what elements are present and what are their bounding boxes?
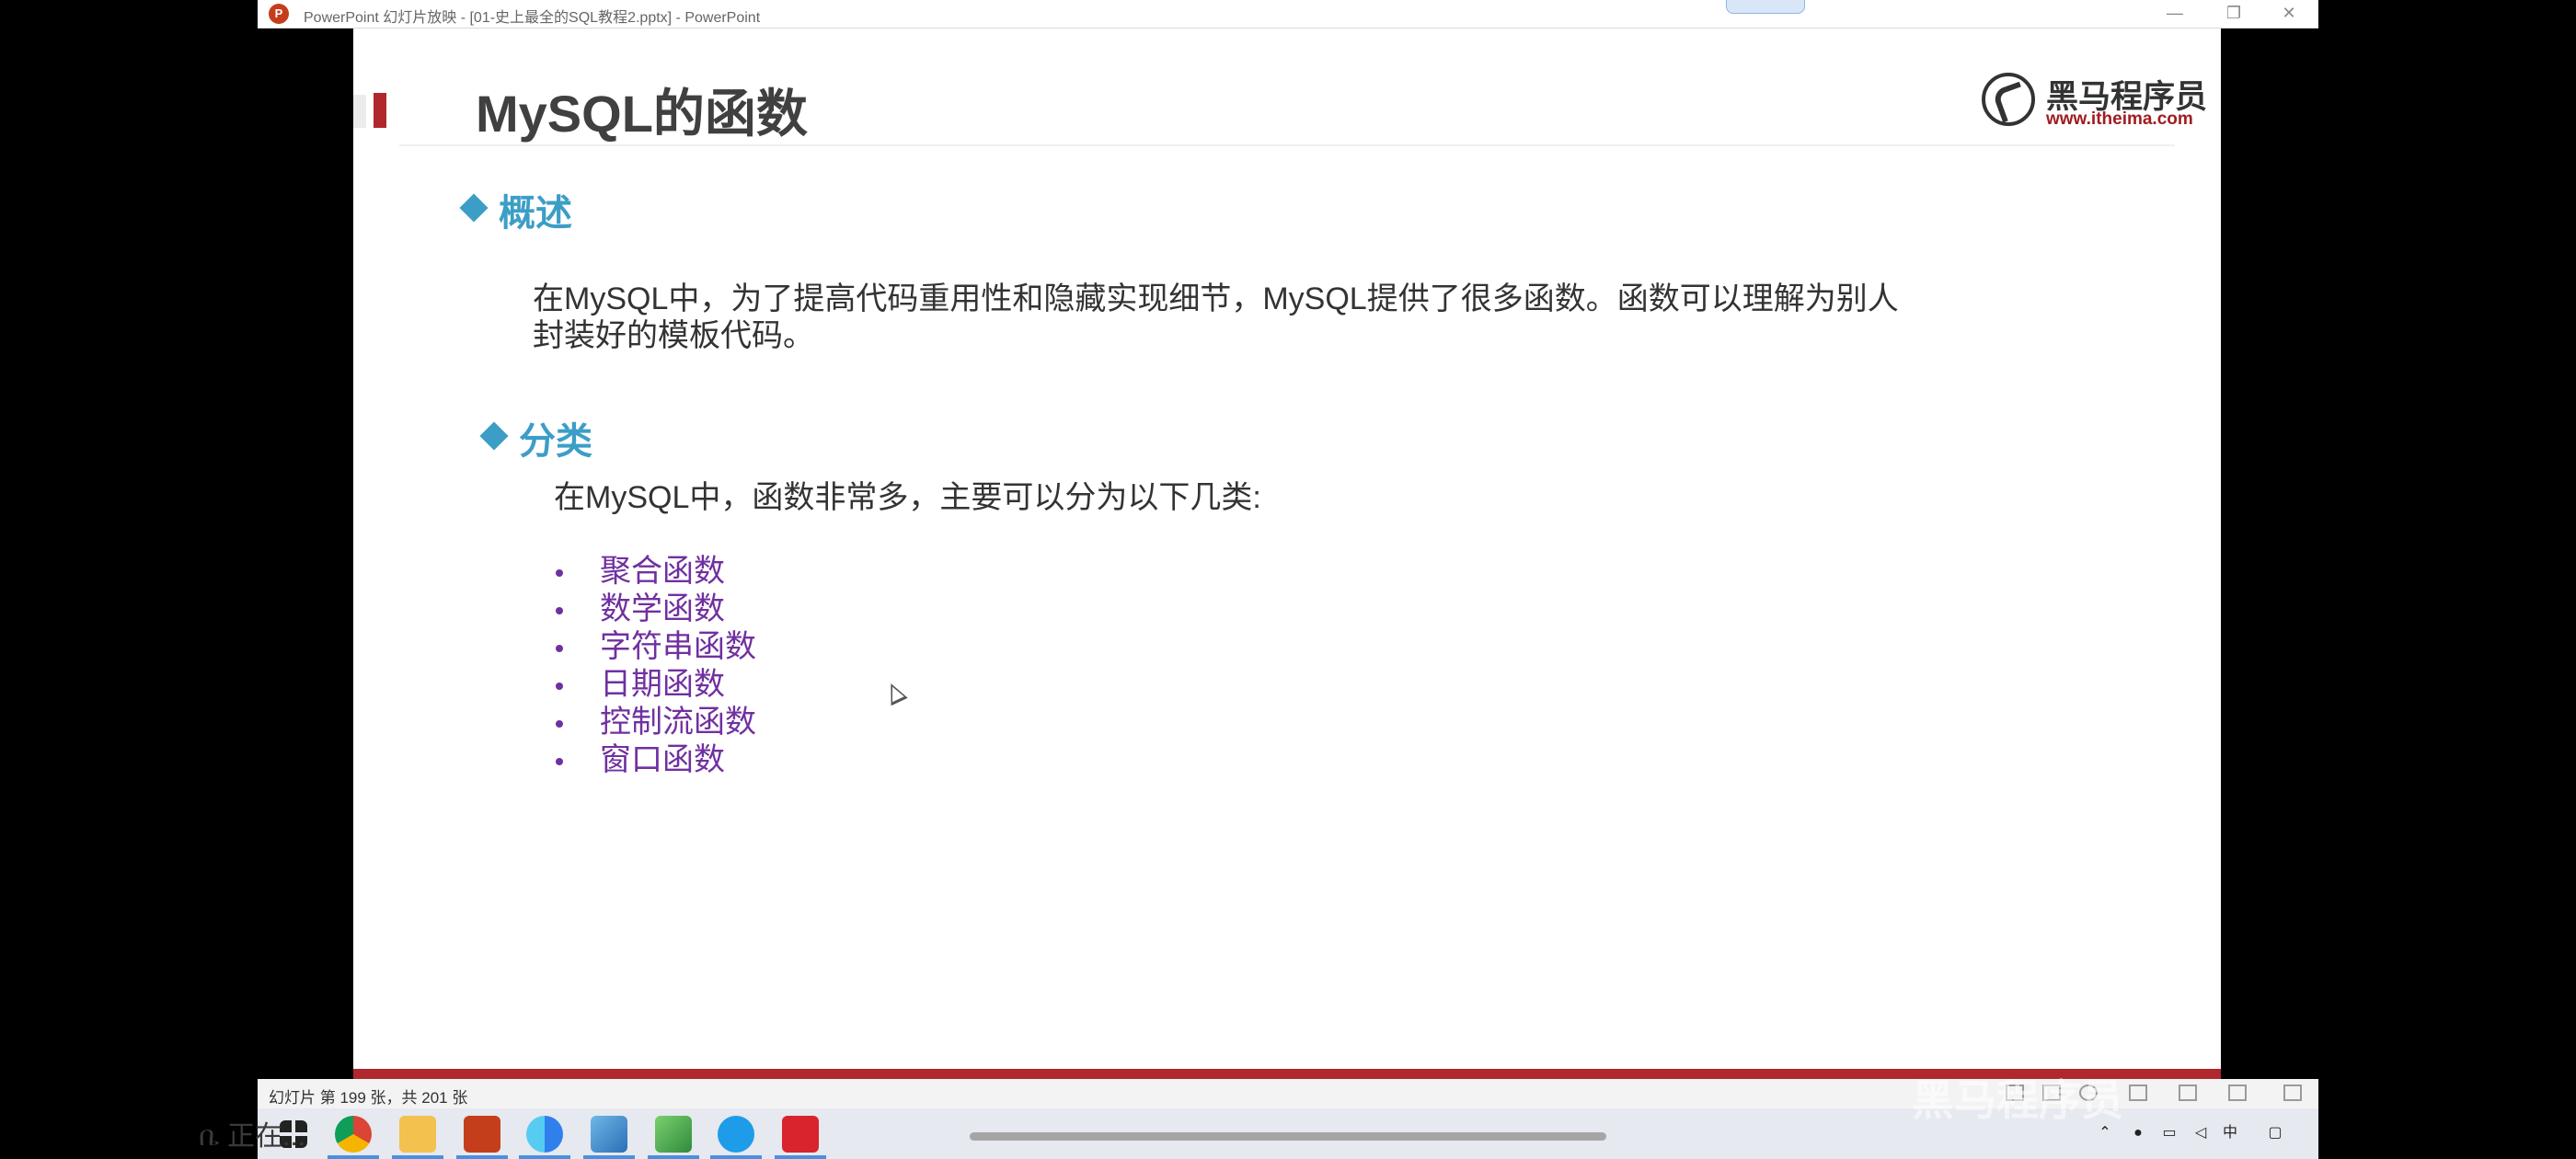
file-explorer-icon[interactable] [399,1116,436,1153]
overview-paragraph: 在MySQL中，为了提高代码重用性和隐藏实现细节，MySQL提供了很多函数。函数… [533,281,1899,354]
list-item: 字符串函数 [600,629,756,664]
reading-view-icon[interactable] [2228,1084,2247,1101]
overview-line-1: 在MySQL中，为了提高代码重用性和隐藏实现细节，MySQL提供了很多函数。函数… [533,281,1899,316]
notification-icon[interactable]: ▢ [2265,1125,2285,1142]
list-item: 数学函数 [600,591,725,626]
slide-canvas[interactable]: MySQL的函数 黑马程序员 www.itheima.com 概述 在MySQL… [353,29,2221,1079]
video-watermark: 黑马程序员 [1912,1076,2123,1124]
diamond-bullet-icon [479,421,509,451]
title-accent-red [374,93,386,128]
list-item: 日期函数 [600,667,725,702]
slide-sorter-icon[interactable] [2179,1084,2197,1101]
bullet-dot-icon [556,569,563,577]
restore-button[interactable]: ❐ [2204,0,2263,28]
browser-active-indicator [519,1155,570,1159]
app-green-icon[interactable] [655,1116,692,1153]
browser-icon[interactable] [526,1116,563,1153]
app-blue-active-indicator [583,1155,635,1159]
list-item: 控制流函数 [600,705,756,740]
diamond-bullet-icon [459,193,489,223]
categories-intro: 在MySQL中，函数非常多，主要可以分为以下几类: [554,480,1261,515]
ie-icon[interactable] [718,1116,754,1153]
chrome-active-indicator [328,1155,379,1159]
chrome-icon[interactable] [335,1116,372,1153]
normal-view-icon[interactable] [2129,1084,2147,1101]
slide-counter: 幻灯片 第 199 张，共 201 张 [269,1089,468,1107]
powerpoint-app-icon: P [269,4,289,24]
touch-pill-handle[interactable] [1726,0,1805,14]
ie-active-indicator [710,1155,762,1159]
logo-url: www.itheima.com [2046,109,2193,129]
bullet-dot-icon [556,683,563,690]
slideshow-icon[interactable] [2283,1084,2302,1101]
horse-logo-icon [1982,73,2035,126]
section-heading-overview: 概述 [499,193,572,234]
volume-icon[interactable]: ◁ [2191,1125,2210,1142]
app-green-active-indicator [648,1155,699,1159]
ime-indicator[interactable]: 中 [2221,1125,2239,1142]
microphone-icon[interactable]: ● [2129,1125,2147,1142]
section-heading-categories: 分类 [519,421,592,462]
window-title-bar: P PowerPoint 幻灯片放映 - [01-史上最全的SQL教程2.ppt… [258,0,2318,29]
wps-icon[interactable] [782,1116,819,1153]
battery-icon[interactable]: ▭ [2160,1125,2179,1142]
list-item: 聚合函数 [600,554,725,589]
horizontal-scrollbar[interactable] [970,1132,1606,1141]
overview-line-2: 封装好的模板代码。 [533,318,814,353]
minimize-button[interactable]: — [2145,0,2204,28]
bullet-dot-icon [556,720,563,728]
wps-active-indicator [775,1155,826,1159]
title-divider [399,144,2175,146]
close-button[interactable]: ✕ [2260,0,2318,28]
app-blue-icon[interactable] [591,1116,627,1153]
slide-title: MySQL的函数 [476,85,808,143]
background-ghost-text: ቤ 正在... [199,1121,306,1152]
title-accent-grey [353,95,366,128]
list-item: 窗口函数 [600,742,725,777]
powerpoint-icon[interactable] [464,1116,500,1153]
bullet-dot-icon [556,607,563,614]
bullet-dot-icon [556,758,563,765]
itheima-logo: 黑马程序员 www.itheima.com [1982,69,2207,133]
bullet-dot-icon [556,645,563,652]
window-title: PowerPoint 幻灯片放映 - [01-史上最全的SQL教程2.pptx]… [304,10,761,26]
powerpoint-active-indicator [456,1155,508,1159]
explorer-active-indicator [392,1155,443,1159]
category-list: 聚合函数 数学函数 字符串函数 日期函数 控制流函数 窗口函数 [556,553,924,792]
